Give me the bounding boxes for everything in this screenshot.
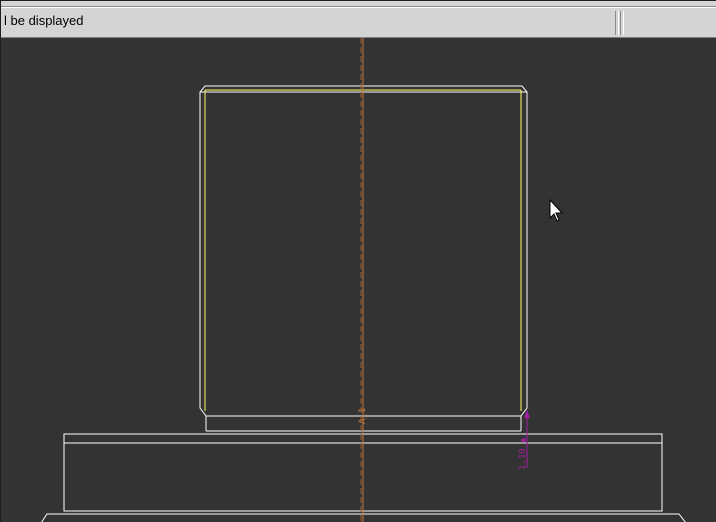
- drawing-canvas[interactable]: A_1 1.10 ▲: [1, 38, 716, 522]
- status-bar: l be displayed: [1, 1, 716, 38]
- status-bar-rule: [1, 6, 716, 8]
- status-panel-divider-2[interactable]: [620, 11, 624, 35]
- drawing-viewport[interactable]: A_1 1.10 ▲: [1, 38, 716, 522]
- center-annotation: A_1: [358, 408, 368, 424]
- dimension-annotation: 1.10 ▲: [518, 437, 528, 470]
- status-panel-divider-1[interactable]: [615, 11, 619, 35]
- cad-window: l be displayed A_1 1.10 ▲: [0, 0, 716, 522]
- status-message: l be displayed: [4, 13, 84, 28]
- arrow-pointer-icon: [549, 198, 564, 222]
